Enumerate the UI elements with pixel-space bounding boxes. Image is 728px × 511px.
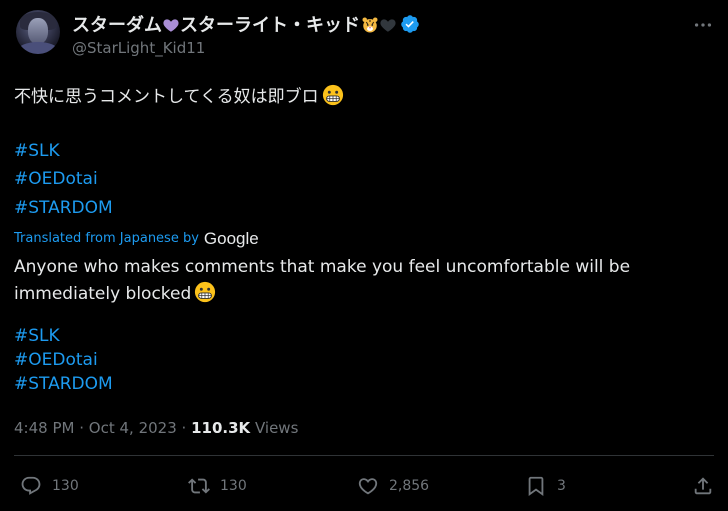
more-icon[interactable]	[692, 14, 714, 36]
purple-heart-emoji-icon	[163, 19, 179, 32]
bookmark-button[interactable]: 3	[525, 475, 566, 497]
tweet-meta: 4:48 PM · Oct 4, 2023 · 110.3K Views	[14, 419, 298, 437]
like-count: 2,856	[389, 478, 430, 494]
hashtag-link[interactable]: #STARDOM	[14, 198, 113, 218]
hashtag-link[interactable]: #SLK	[14, 326, 60, 346]
black-heart-emoji-icon	[380, 19, 396, 32]
translated-text-line-2-text: immediately blocked	[14, 284, 192, 304]
google-logo: Google	[203, 229, 259, 248]
hashtag-link[interactable]: #SLK	[14, 141, 60, 161]
reply-count: 130	[52, 478, 79, 494]
avatar-shoulders	[18, 42, 58, 54]
tweet-original-text: 不快に思うコメントしてくる奴は即ブロ	[14, 84, 344, 108]
hashtag-link[interactable]: #STARDOM	[14, 374, 113, 394]
tweet-date[interactable]: Oct 4, 2023	[89, 419, 177, 437]
share-button[interactable]	[692, 475, 714, 497]
share-icon	[694, 477, 712, 495]
avatar[interactable]	[16, 10, 60, 54]
original-text: 不快に思うコメントしてくる奴は即ブロ	[14, 87, 319, 107]
translated-from-label: Translated from Japanese by	[14, 230, 199, 246]
author-handle[interactable]: @StarLight_Kid11	[72, 39, 205, 57]
divider	[14, 455, 714, 456]
repost-count: 130	[220, 478, 247, 494]
avatar-face	[28, 18, 48, 44]
grimacing-face-emoji-icon	[322, 84, 343, 106]
display-name-part-1: スターダム	[72, 15, 162, 36]
reply-icon	[21, 476, 41, 495]
author-display-name[interactable]: スターダム スターライト・キッド	[72, 12, 420, 36]
views-count: 110.3K	[191, 419, 251, 437]
reply-button[interactable]: 130	[20, 475, 79, 497]
views-label: Views	[254, 419, 299, 437]
hashtag-link[interactable]: #OEDotai	[14, 169, 98, 189]
meta-separator: ·	[181, 419, 187, 437]
translated-text-line-1: Anyone who makes comments that make you …	[14, 257, 631, 277]
heart-icon	[358, 478, 378, 495]
tweet-time[interactable]: 4:48 PM	[14, 419, 74, 437]
bookmark-count: 3	[557, 478, 566, 494]
grimacing-face-emoji-icon	[195, 281, 216, 303]
repost-button[interactable]: 130	[188, 475, 247, 497]
hashtag-link[interactable]: #OEDotai	[14, 350, 98, 370]
like-button[interactable]: 2,856	[357, 475, 429, 497]
bookmark-icon	[528, 476, 544, 497]
translated-text-line-2: immediately blocked	[14, 281, 216, 305]
verified-badge-icon[interactable]	[400, 14, 420, 34]
meta-separator: ·	[79, 419, 85, 437]
tiger-face-emoji-icon	[362, 17, 378, 33]
translation-attribution: Translated from Japanese by Google	[14, 228, 259, 248]
display-name-part-2: スターライト・キッド	[180, 15, 360, 36]
repost-icon	[188, 478, 210, 494]
